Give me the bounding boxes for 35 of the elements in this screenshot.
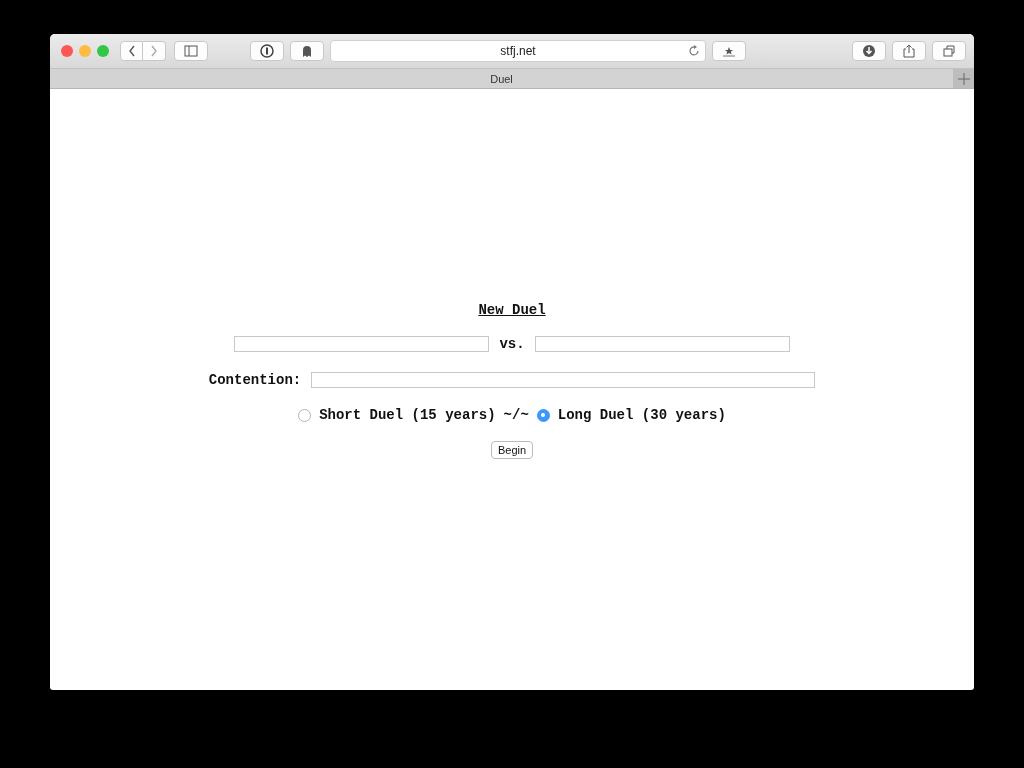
option-label: Short Duel (15 years): [319, 407, 496, 423]
second-duelist-field[interactable]: [534, 336, 790, 352]
back-button[interactable]: [120, 41, 143, 61]
ghost-icon: [301, 44, 313, 58]
sidebar-button[interactable]: [174, 41, 208, 61]
plus-icon: [957, 71, 970, 86]
chevron-left-icon: [127, 44, 136, 58]
form-title: New Duel: [478, 302, 546, 318]
begin-button[interactable]: Begin: [490, 441, 534, 459]
contention-label: Contention:: [208, 372, 302, 388]
zoom-button[interactable]: [97, 45, 109, 57]
password-button[interactable]: [250, 41, 284, 61]
share-icon: [903, 44, 915, 58]
bookmark-button[interactable]: [712, 41, 746, 61]
new-tab-button[interactable]: [953, 69, 974, 88]
info-circle-icon: [260, 44, 274, 58]
versus-label: vs.: [499, 336, 525, 352]
reload-icon: [687, 44, 701, 58]
address-bar[interactable]: stfj.net: [330, 40, 706, 62]
tabs-button[interactable]: [932, 41, 966, 61]
close-button[interactable]: [61, 45, 73, 57]
tabs-icon: [942, 44, 956, 58]
radio-button[interactable]: [298, 408, 312, 422]
download-button[interactable]: [852, 41, 886, 61]
option-label: Long Duel (30 years): [557, 407, 726, 423]
share-button[interactable]: [892, 41, 926, 61]
first-duelist-field[interactable]: [234, 336, 490, 352]
separator-text: ~/~: [503, 407, 529, 423]
contention-field[interactable]: [311, 372, 816, 388]
download-icon: [862, 44, 876, 58]
sidebar-icon: [184, 44, 198, 58]
minimize-button[interactable]: [79, 45, 91, 57]
radio-button[interactable]: [536, 408, 550, 422]
chevron-right-icon: [150, 44, 158, 58]
extension-button[interactable]: [290, 41, 324, 61]
